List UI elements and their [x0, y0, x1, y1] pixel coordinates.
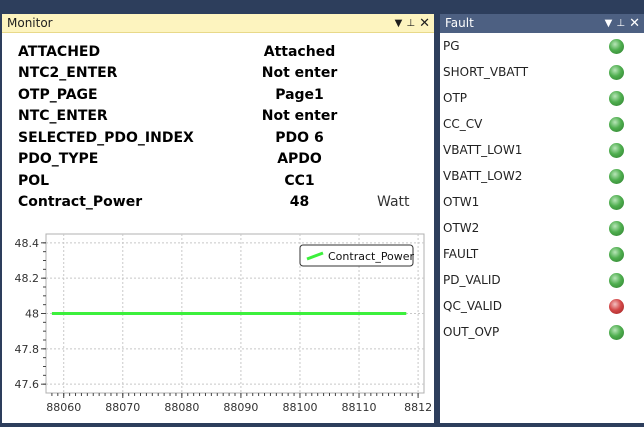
status-led-icon — [609, 39, 624, 54]
row-value: 48 — [289, 194, 310, 210]
row-name: ATTACHED — [18, 44, 101, 60]
fault-label: OTP — [443, 91, 468, 105]
fault-label: QC_VALID — [443, 299, 502, 313]
status-led-icon — [609, 91, 624, 106]
monitor-row: Contract_Power 48 Watt — [2, 192, 434, 213]
row-name: OTP_PAGE — [18, 87, 98, 103]
monitor-panel: Monitor ▼ ⊥ ✕ ATTACHED Attached NTC2_ENT… — [2, 14, 434, 423]
monitor-titlebar: Monitor ▼ ⊥ ✕ — [2, 14, 434, 33]
fault-item: SHORT_VBATT — [440, 60, 644, 86]
fault-label: CC_CV — [443, 117, 483, 131]
y-tick-label: 47.8 — [15, 343, 40, 356]
row-name: PDO_TYPE — [18, 151, 99, 167]
monitor-row: ATTACHED Attached — [2, 42, 434, 63]
status-led-icon — [609, 221, 624, 236]
monitor-row: PDO_TYPE APDO — [2, 149, 434, 170]
fault-item: OTW1 — [440, 190, 644, 216]
dropdown-icon[interactable]: ▼ — [605, 14, 613, 33]
fault-item: OUT_OVP — [440, 320, 644, 346]
legend-label: Contract_Power — [328, 250, 415, 263]
close-icon[interactable]: ✕ — [629, 14, 640, 33]
fault-label: VBATT_LOW2 — [443, 169, 523, 183]
monitor-row: OTP_PAGE Page1 — [2, 85, 434, 106]
row-name: Contract_Power — [18, 194, 143, 210]
fault-item: PD_VALID — [440, 268, 644, 294]
fault-label: OTW1 — [443, 195, 480, 209]
row-name: SELECTED_PDO_INDEX — [18, 130, 194, 146]
fault-item: PG — [440, 34, 644, 60]
monitor-row: POL CC1 — [2, 171, 434, 192]
row-value: Attached — [263, 44, 336, 60]
fault-label: VBATT_LOW1 — [443, 143, 523, 157]
x-tick-label: 88080 — [164, 401, 199, 414]
pin-icon[interactable]: ⊥ — [406, 14, 415, 33]
y-tick-label: 47.6 — [15, 378, 40, 391]
row-value: Page1 — [275, 87, 324, 103]
dropdown-icon[interactable]: ▼ — [395, 14, 403, 33]
status-led-icon — [609, 143, 624, 158]
row-unit: Watt — [377, 194, 410, 210]
fault-label: OUT_OVP — [443, 325, 500, 339]
monitor-row: NTC_ENTER Not enter — [2, 106, 434, 127]
y-tick-label: 48 — [25, 308, 39, 321]
status-led-icon — [609, 299, 624, 314]
fault-title: Fault — [445, 16, 474, 30]
fault-item: FAULT — [440, 242, 644, 268]
fault-item: OTW2 — [440, 216, 644, 242]
status-led-icon — [609, 195, 624, 210]
fault-item: VBATT_LOW2 — [440, 164, 644, 190]
monitor-row: NTC2_ENTER Not enter — [2, 63, 434, 84]
fault-titlebar: Fault ▼ ⊥ ✕ — [440, 14, 644, 33]
row-value: Not enter — [261, 108, 338, 124]
fault-item: OTP — [440, 86, 644, 112]
monitor-row: SELECTED_PDO_INDEX PDO 6 — [2, 128, 434, 149]
status-led-icon — [609, 325, 624, 340]
row-name: NTC_ENTER — [18, 108, 108, 124]
status-led-icon — [609, 247, 624, 262]
x-tick-label: 8812 — [404, 401, 432, 414]
chart-area: 48.4 48.2 48 47.8 47.6 88060 88070 88080 88090 88… — [2, 232, 434, 423]
fault-item: CC_CV — [440, 112, 644, 138]
row-value: Not enter — [261, 65, 338, 81]
row-value: APDO — [277, 151, 322, 167]
x-tick-label: 88060 — [46, 401, 81, 414]
row-name: NTC2_ENTER — [18, 65, 118, 81]
x-tick-label: 88100 — [282, 401, 317, 414]
fault-label: PG — [443, 39, 460, 53]
status-led-icon — [609, 117, 624, 132]
row-value: CC1 — [284, 173, 315, 189]
status-led-icon — [609, 273, 624, 288]
row-name: POL — [18, 173, 50, 189]
fault-label: FAULT — [443, 247, 479, 261]
fault-label: SHORT_VBATT — [443, 65, 529, 79]
status-led-icon — [609, 65, 624, 80]
x-tick-label: 88090 — [223, 401, 258, 414]
y-tick-label: 48.2 — [15, 272, 40, 285]
power-chart: 48.4 48.2 48 47.8 47.6 88060 88070 88080 88090 88… — [15, 233, 432, 414]
close-icon[interactable]: ✕ — [419, 14, 430, 33]
status-led-icon — [609, 169, 624, 184]
monitor-title: Monitor — [7, 16, 53, 30]
x-tick-label: 88070 — [105, 401, 140, 414]
fault-item: VBATT_LOW1 — [440, 138, 644, 164]
row-value: PDO 6 — [275, 130, 324, 146]
x-tick-label: 88110 — [342, 401, 377, 414]
pin-icon[interactable]: ⊥ — [616, 14, 625, 33]
y-tick-label: 48.4 — [15, 237, 40, 250]
fault-label: OTW2 — [443, 221, 480, 235]
fault-label: PD_VALID — [443, 273, 501, 287]
fault-item: QC_VALID — [440, 294, 644, 320]
fault-panel: Fault ▼ ⊥ ✕ PG SHORT_VBATT OTP CC_CV VBATT_L… — [440, 14, 644, 423]
